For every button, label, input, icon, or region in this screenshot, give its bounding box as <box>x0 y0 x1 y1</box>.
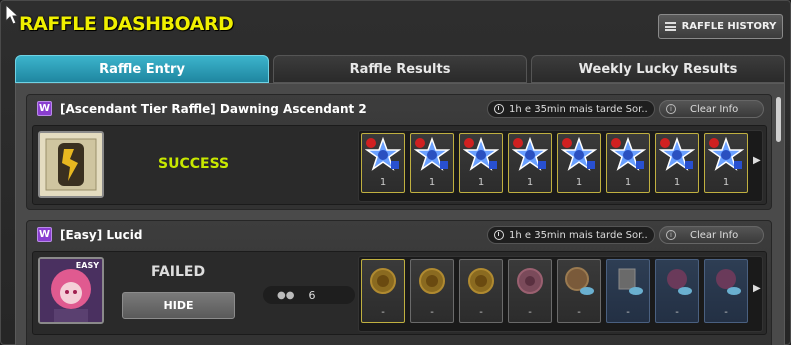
raffle-dashboard-window: RAFFLE DASHBOARD RAFFLE HISTORY Raffle E… <box>0 0 791 345</box>
time-remaining: 1h e 35min mais tarde Sor.. <box>487 100 655 118</box>
info-icon: i <box>666 230 676 240</box>
pink-coin-icon <box>517 268 543 294</box>
scrollbar[interactable] <box>776 97 781 142</box>
reward-item[interactable]: - <box>459 259 503 323</box>
raffle-history-label: RAFFLE HISTORY <box>681 21 777 32</box>
clock-icon <box>494 230 504 240</box>
menu-icon <box>664 22 676 31</box>
item-count: 1 <box>477 177 485 188</box>
raffle-card: W [Easy] Lucid 1h e 35min mais tarde Sor… <box>26 220 772 345</box>
item-count: - <box>381 307 385 318</box>
ascendant-emblem-icon <box>40 133 102 196</box>
tab-raffle-entry[interactable]: Raffle Entry <box>15 55 269 83</box>
reward-item[interactable]: - <box>606 259 650 323</box>
item-count: - <box>430 307 434 318</box>
raffle-list: W [Ascendant Tier Raffle] Dawning Ascend… <box>15 83 785 345</box>
clock-icon <box>494 104 504 114</box>
pink-orb-icon <box>667 269 692 295</box>
party-count: ●● 6 <box>263 286 355 304</box>
reward-item[interactable]: - <box>704 259 748 323</box>
star-coupon-icon <box>365 137 401 171</box>
raffle-card-header: W [Easy] Lucid 1h e 35min mais tarde Sor… <box>27 221 771 251</box>
star-coupon-icon <box>708 137 744 171</box>
info-icon: i <box>666 104 676 114</box>
pink-orb-icon <box>716 269 741 295</box>
reward-item[interactable]: 1 <box>508 133 552 193</box>
star-coupon-icon <box>610 137 646 171</box>
tab-bar: Raffle Entry Raffle Results Weekly Lucky… <box>15 55 785 83</box>
item-count: 1 <box>526 177 534 188</box>
raffle-card-header: W [Ascendant Tier Raffle] Dawning Ascend… <box>27 95 771 125</box>
item-count: 1 <box>428 177 436 188</box>
star-coupon-icon <box>561 137 597 171</box>
item-count: - <box>479 307 483 318</box>
raffle-type-badge: W <box>37 227 52 242</box>
gold-coin-icon <box>419 268 445 294</box>
party-icon: ●● <box>277 289 295 301</box>
clear-info-button[interactable]: i Clear Info <box>659 226 764 244</box>
raffle-type-badge: W <box>37 101 52 116</box>
time-remaining-text: 1h e 35min mais tarde Sor.. <box>509 229 648 241</box>
raffle-status: FAILED <box>151 264 206 280</box>
clear-info-label: Clear Info <box>690 229 739 241</box>
raffle-title: [Ascendant Tier Raffle] Dawning Ascendan… <box>60 102 367 116</box>
star-coupon-icon <box>463 137 499 171</box>
item-count: - <box>577 307 581 318</box>
item-count: - <box>675 307 679 318</box>
tab-raffle-results[interactable]: Raffle Results <box>273 55 527 83</box>
box-cloud-icon <box>618 268 643 295</box>
time-remaining: 1h e 35min mais tarde Sor.. <box>487 226 655 244</box>
reward-item[interactable]: 1 <box>361 133 405 193</box>
boss-portrait <box>38 131 104 198</box>
raffle-card-body: SUCCESS 1 1 1 1 1 1 1 1 ▶ <box>32 125 767 205</box>
gold-coin-icon <box>468 268 494 294</box>
time-remaining-text: 1h e 35min mais tarde Sor.. <box>509 103 648 115</box>
reward-item[interactable]: 1 <box>704 133 748 193</box>
scroll-right-arrow-icon[interactable]: ▶ <box>753 155 761 166</box>
boss-portrait: EASY <box>38 257 104 324</box>
item-count: - <box>626 307 630 318</box>
hide-button[interactable]: HIDE <box>122 292 235 319</box>
clear-info-button[interactable]: i Clear Info <box>659 100 764 118</box>
reward-item[interactable]: - <box>508 259 552 323</box>
reward-item[interactable]: 1 <box>557 133 601 193</box>
raffle-card-body: EASY FAILED HIDE ●● 6 - - - - - - - - ▶ <box>32 251 767 335</box>
reward-items: 1 1 1 1 1 1 1 1 ▶ <box>358 130 763 202</box>
reward-item[interactable]: 1 <box>606 133 650 193</box>
coin-cloud-icon <box>565 267 594 295</box>
star-coupon-icon <box>414 137 450 171</box>
item-count: 1 <box>722 177 730 188</box>
reward-item[interactable]: 1 <box>655 133 699 193</box>
raffle-status: SUCCESS <box>158 156 230 172</box>
star-coupon-icon <box>659 137 695 171</box>
reward-item[interactable]: - <box>410 259 454 323</box>
scroll-right-arrow-icon[interactable]: ▶ <box>753 283 761 294</box>
gold-coin-icon <box>370 268 396 294</box>
item-count: - <box>528 307 532 318</box>
reward-item[interactable]: - <box>361 259 405 323</box>
reward-item[interactable]: 1 <box>459 133 503 193</box>
raffle-title: [Easy] Lucid <box>60 228 143 242</box>
difficulty-tag: EASY <box>75 261 99 270</box>
raffle-card: W [Ascendant Tier Raffle] Dawning Ascend… <box>26 94 772 210</box>
raffle-history-button[interactable]: RAFFLE HISTORY <box>658 14 783 39</box>
page-title: RAFFLE DASHBOARD <box>19 13 234 35</box>
clear-info-label: Clear Info <box>690 103 739 115</box>
star-coupon-icon <box>512 137 548 171</box>
item-count: 1 <box>379 177 387 188</box>
tab-weekly-lucky-results[interactable]: Weekly Lucky Results <box>531 55 785 83</box>
item-count: 1 <box>673 177 681 188</box>
item-count: 1 <box>575 177 583 188</box>
item-count: - <box>724 307 728 318</box>
reward-items: - - - - - - - - ▶ <box>358 256 763 332</box>
reward-item[interactable]: - <box>655 259 699 323</box>
party-count-value: 6 <box>308 288 316 302</box>
reward-item[interactable]: - <box>557 259 601 323</box>
item-count: 1 <box>624 177 632 188</box>
reward-item[interactable]: 1 <box>410 133 454 193</box>
